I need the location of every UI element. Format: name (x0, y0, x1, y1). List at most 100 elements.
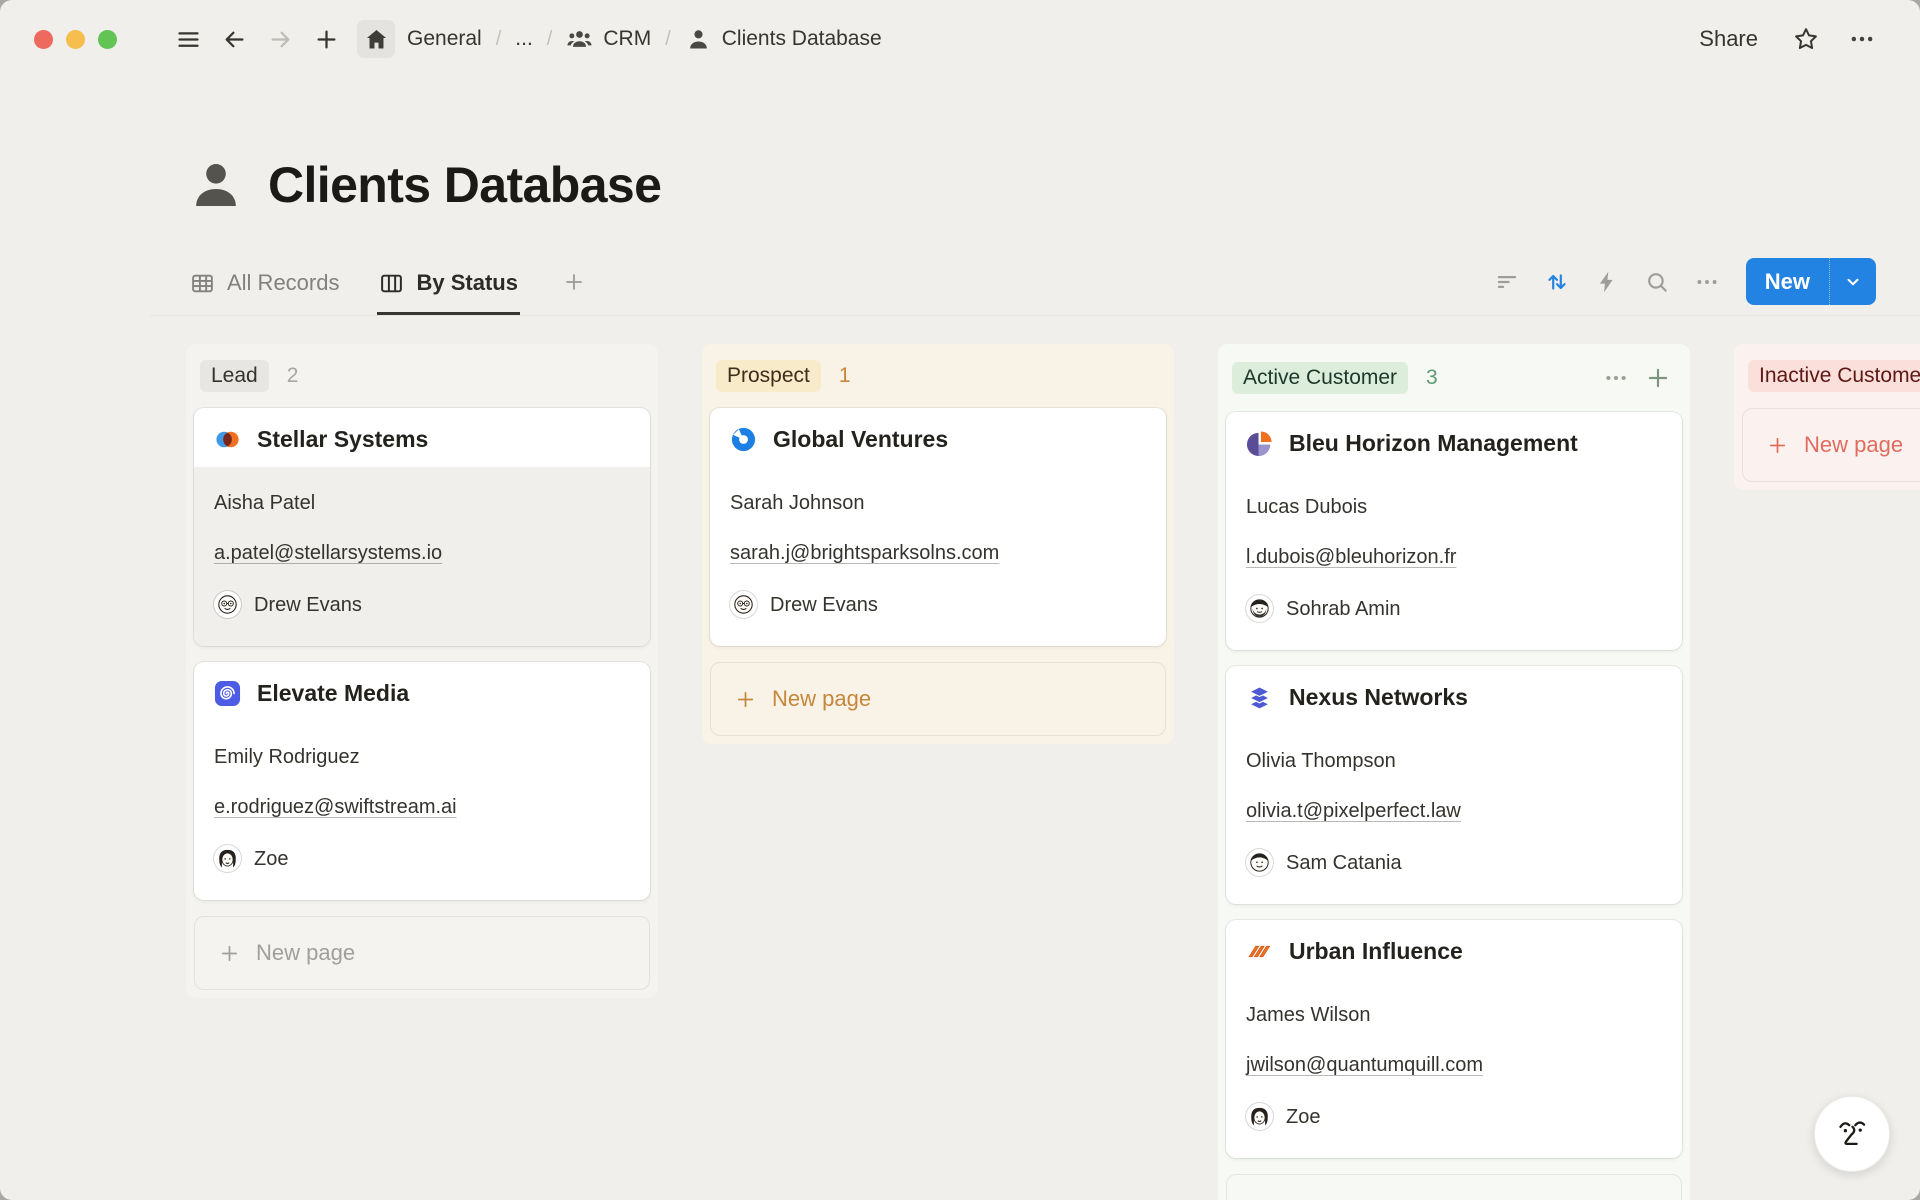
add-view-icon[interactable] (556, 269, 592, 315)
contact-email-link[interactable]: sarah.j@brightsparksolns.com (730, 542, 999, 564)
company-name: Bleu Horizon Management (1289, 430, 1578, 457)
company-name: Stellar Systems (257, 426, 428, 453)
new-page-button-prospect[interactable]: New page (710, 662, 1166, 736)
column-more-icon[interactable] (1598, 360, 1634, 396)
card-title-row: Global Ventures (710, 408, 1166, 467)
more-options-icon[interactable] (1848, 25, 1876, 53)
home-icon[interactable] (357, 20, 395, 58)
breadcrumb-crm[interactable]: CRM (558, 21, 659, 58)
column-count: 2 (287, 364, 299, 388)
venn-circles-logo (214, 426, 241, 453)
company-name: Elevate Media (257, 680, 409, 707)
app-window: General / ... / CRM / Clients Databa (0, 0, 1920, 1200)
view-tabs: All Records By Status (188, 269, 592, 315)
breadcrumb-general[interactable]: General (399, 22, 490, 56)
owner-row: Zoe (1246, 1103, 1662, 1130)
contact-email-row: a.patel@stellarsystems.io (214, 541, 630, 565)
status-badge-active-customer[interactable]: Active Customer (1232, 362, 1408, 394)
contact-email-link[interactable]: e.rodriguez@swiftstream.ai (214, 796, 457, 818)
forward-icon[interactable] (261, 20, 299, 58)
spiral-logo (214, 680, 241, 707)
company-name: Urban Influence (1289, 938, 1463, 965)
tab-all-records[interactable]: All Records (188, 270, 341, 315)
new-dropdown-chevron-icon[interactable] (1830, 258, 1876, 305)
search-icon[interactable] (1636, 261, 1678, 303)
new-page-button-active-customer[interactable]: New page (1226, 1174, 1682, 1200)
topbar-actions: Share (1693, 25, 1876, 53)
card-title-row: Stellar Systems (194, 408, 650, 467)
breadcrumb-separator: / (663, 28, 673, 51)
contact-email-row: e.rodriguez@swiftstream.ai (214, 795, 630, 819)
new-page-label: New page (1804, 432, 1903, 458)
avatar-sam-catania (1246, 849, 1273, 876)
card-nexus-networks[interactable]: Nexus Networks Olivia Thompson olivia.t@… (1226, 666, 1682, 904)
board-icon (379, 271, 404, 296)
card-properties: Emily Rodriguez e.rodriguez@swiftstream.… (194, 721, 650, 900)
page-title: Clients Database (268, 156, 661, 214)
card-properties: Lucas Dubois l.dubois@bleuhorizon.fr Soh… (1226, 471, 1682, 650)
status-badge-prospect[interactable]: Prospect (716, 360, 821, 392)
status-badge-inactive-customer[interactable]: Inactive Customer (1748, 360, 1920, 392)
pinwheel-logo (730, 426, 757, 453)
new-record-button[interactable]: New (1746, 258, 1876, 305)
breadcrumb-collapsed[interactable]: ... (507, 22, 541, 56)
new-button-label[interactable]: New (1746, 258, 1829, 305)
zoom-window-button[interactable] (98, 30, 117, 49)
new-page-label: New page (772, 686, 871, 712)
breadcrumb-label: Clients Database (722, 27, 882, 51)
contact-email-link[interactable]: l.dubois@bleuhorizon.fr (1246, 546, 1456, 568)
contact-email-row: jwilson@quantumquill.com (1246, 1053, 1662, 1077)
column-count: 1 (839, 364, 851, 388)
automation-lightning-icon[interactable] (1586, 261, 1628, 303)
card-global-ventures[interactable]: Global Ventures Sarah Johnson sarah.j@br… (710, 408, 1166, 646)
team-icon (566, 26, 593, 53)
sort-icon[interactable] (1536, 261, 1578, 303)
card-title-row: Bleu Horizon Management (1226, 412, 1682, 471)
contact-email-link[interactable]: jwilson@quantumquill.com (1246, 1054, 1483, 1076)
contact-name: Lucas Dubois (1246, 495, 1662, 519)
assistant-face-button[interactable] (1814, 1096, 1890, 1172)
owner-name: Zoe (254, 847, 288, 871)
card-stellar-systems[interactable]: Stellar Systems Aisha Patel a.patel@stel… (194, 408, 650, 646)
column-header: Inactive Customer (1742, 352, 1920, 408)
breadcrumb-label: General (407, 27, 482, 51)
card-title-row: Elevate Media (194, 662, 650, 721)
breadcrumb-clients-database[interactable]: Clients Database (677, 21, 890, 58)
column-controls (1598, 360, 1676, 396)
hamburger-menu-icon[interactable] (169, 20, 207, 58)
contact-email-link[interactable]: a.patel@stellarsystems.io (214, 542, 442, 564)
contact-email-row: l.dubois@bleuhorizon.fr (1246, 545, 1662, 569)
filter-icon[interactable] (1486, 261, 1528, 303)
owner-row: Sam Catania (1246, 849, 1662, 876)
page-person-icon (188, 157, 244, 213)
tab-by-status[interactable]: By Status (377, 270, 519, 315)
contact-name: James Wilson (1246, 1003, 1662, 1027)
table-icon (190, 271, 215, 296)
card-elevate-media[interactable]: Elevate Media Emily Rodriguez e.rodrigue… (194, 662, 650, 900)
contact-name: Olivia Thompson (1246, 749, 1662, 773)
column-header: Lead 2 (194, 352, 650, 408)
owner-row: Drew Evans (214, 591, 630, 618)
board-column-active-customer: Active Customer 3 Bleu Hor (1218, 344, 1690, 1200)
stacked-layers-logo (1246, 684, 1273, 711)
close-window-button[interactable] (34, 30, 53, 49)
board-column-prospect: Prospect 1 Global Ventures Sarah Johnson… (702, 344, 1174, 744)
contact-email-link[interactable]: olivia.t@pixelperfect.law (1246, 800, 1461, 822)
new-tab-icon[interactable] (307, 20, 345, 58)
face-icon (1830, 1112, 1874, 1156)
minimize-window-button[interactable] (66, 30, 85, 49)
share-button[interactable]: Share (1693, 25, 1764, 53)
breadcrumb-ellipsis: ... (515, 27, 533, 51)
new-page-button-inactive-customer[interactable]: New page (1742, 408, 1920, 482)
avatar-drew-evans (730, 591, 757, 618)
favorite-star-icon[interactable] (1792, 25, 1820, 53)
new-page-button-lead[interactable]: New page (194, 916, 650, 990)
card-urban-influence[interactable]: Urban Influence James Wilson jwilson@qua… (1226, 920, 1682, 1158)
column-add-icon[interactable] (1640, 360, 1676, 396)
status-badge-lead[interactable]: Lead (200, 360, 269, 392)
new-page-label: New page (256, 940, 355, 966)
avatar-zoe (1246, 1103, 1273, 1130)
back-icon[interactable] (215, 20, 253, 58)
card-bleu-horizon-management[interactable]: Bleu Horizon Management Lucas Dubois l.d… (1226, 412, 1682, 650)
view-settings-ellipsis-icon[interactable] (1686, 261, 1728, 303)
